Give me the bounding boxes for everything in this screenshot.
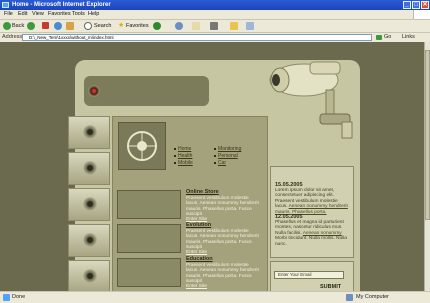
history-icon[interactable] xyxy=(175,22,183,30)
favorites-button[interactable]: Favorites xyxy=(126,22,149,30)
sidebar-tab-5[interactable] xyxy=(68,260,110,293)
security-zone: My Computer xyxy=(356,294,390,300)
media-icon[interactable] xyxy=(153,22,161,30)
scrollbar-thumb[interactable] xyxy=(425,50,430,220)
computer-icon xyxy=(346,294,353,301)
item-desc: Praesent vestibulum molestie lacus. Aene… xyxy=(186,196,259,223)
item-title-evolution[interactable]: Evolution xyxy=(186,222,211,228)
menu-favorites[interactable]: Favorites xyxy=(48,11,71,17)
site-header-bar xyxy=(84,76,209,106)
sidebar-tab-3[interactable] xyxy=(68,188,110,221)
address-input[interactable]: D:\_New_Tem\1xxxx\without_m\index.html xyxy=(22,34,372,41)
item-image-education[interactable] xyxy=(117,258,181,287)
forward-icon[interactable] xyxy=(27,22,35,30)
menu-view[interactable]: View xyxy=(32,11,44,17)
sidebar-tab-2[interactable] xyxy=(68,152,110,185)
email-input[interactable]: Enter Your Email xyxy=(274,271,344,279)
nav-car-link[interactable]: Car xyxy=(213,160,226,166)
nav-home-link[interactable]: Home xyxy=(173,146,191,152)
nav-monitoring-link[interactable]: Monitoring xyxy=(213,146,241,152)
messenger-icon[interactable] xyxy=(246,22,254,30)
go-button[interactable]: Go xyxy=(384,34,391,40)
close-button[interactable]: ✕ xyxy=(421,1,429,9)
enter-site-link[interactable]: Enter Site xyxy=(186,250,207,255)
submit-button[interactable]: SUBMIT xyxy=(320,284,341,290)
address-label: Address xyxy=(2,34,23,40)
go-arrow-icon[interactable] xyxy=(376,35,382,40)
home-icon[interactable] xyxy=(66,22,74,30)
item-title-online-store[interactable]: Online Store xyxy=(186,189,219,195)
menu-bar: File Edit View Favorites Tools Help xyxy=(0,10,430,20)
lens-icon xyxy=(83,269,97,283)
item-image-evolution[interactable] xyxy=(117,224,181,253)
lens-icon xyxy=(83,197,97,211)
page-icon xyxy=(3,294,10,301)
nav-mobile-link[interactable]: Mobile xyxy=(174,160,193,166)
ie-logo-icon xyxy=(2,2,9,8)
sidebar-tab-4[interactable] xyxy=(68,224,110,257)
refresh-icon[interactable] xyxy=(54,22,62,30)
links-button[interactable]: Links xyxy=(402,34,415,40)
back-icon[interactable] xyxy=(3,22,11,30)
vertical-scrollbar[interactable] xyxy=(424,42,430,291)
search-icon[interactable] xyxy=(84,22,92,30)
news-text: Phasellus et magna id parturient montes,… xyxy=(275,220,347,247)
minimize-button[interactable]: _ xyxy=(403,1,411,9)
maximize-button[interactable]: □ xyxy=(412,1,420,9)
target-lens-icon xyxy=(127,131,157,161)
security-camera-icon xyxy=(269,61,353,139)
lens-icon xyxy=(83,233,97,247)
enter-site-link[interactable]: Enter Site xyxy=(186,284,207,289)
toolbar: Back Search ★ Favorites xyxy=(0,20,430,33)
mail-icon[interactable] xyxy=(192,22,200,30)
item-image-online-store[interactable] xyxy=(117,190,181,219)
search-button[interactable]: Search xyxy=(94,22,111,30)
lens-icon xyxy=(83,125,97,139)
menu-tools[interactable]: Tools xyxy=(72,11,85,17)
nav-health-link[interactable]: Health xyxy=(173,153,192,159)
menu-help[interactable]: Help xyxy=(88,11,99,17)
news-text: Lorem ipsum dolor sit amet, consectetuer… xyxy=(275,188,348,215)
lens-icon xyxy=(83,161,97,175)
stop-icon[interactable] xyxy=(42,22,49,29)
item-desc: Praesent vestibulum molestie lacus. Aene… xyxy=(186,229,259,256)
folder-icon[interactable] xyxy=(230,22,238,30)
item-title-education[interactable]: Education xyxy=(186,256,213,262)
status-bar: Done My Computer xyxy=(0,291,430,303)
menu-file[interactable]: File xyxy=(4,11,13,17)
nav-personal-link[interactable]: Personal xyxy=(214,153,238,159)
window-title: Home - Microsoft Internet Explorer xyxy=(12,2,111,8)
favorites-star-icon[interactable]: ★ xyxy=(118,22,124,30)
lens-icon xyxy=(88,85,100,97)
window-title-bar[interactable]: Home - Microsoft Internet Explorer _ □ ✕ xyxy=(0,0,430,10)
item-desc: Praesent vestibulum molestie lacus. Aene… xyxy=(186,263,259,290)
sidebar-tab-1[interactable] xyxy=(68,116,110,149)
back-button[interactable]: Back xyxy=(12,22,24,30)
menu-edit[interactable]: Edit xyxy=(18,11,27,17)
print-icon[interactable] xyxy=(210,22,218,30)
windows-logo-icon xyxy=(413,10,430,19)
logo-camera-image xyxy=(118,122,166,170)
status-text: Done xyxy=(12,294,26,300)
